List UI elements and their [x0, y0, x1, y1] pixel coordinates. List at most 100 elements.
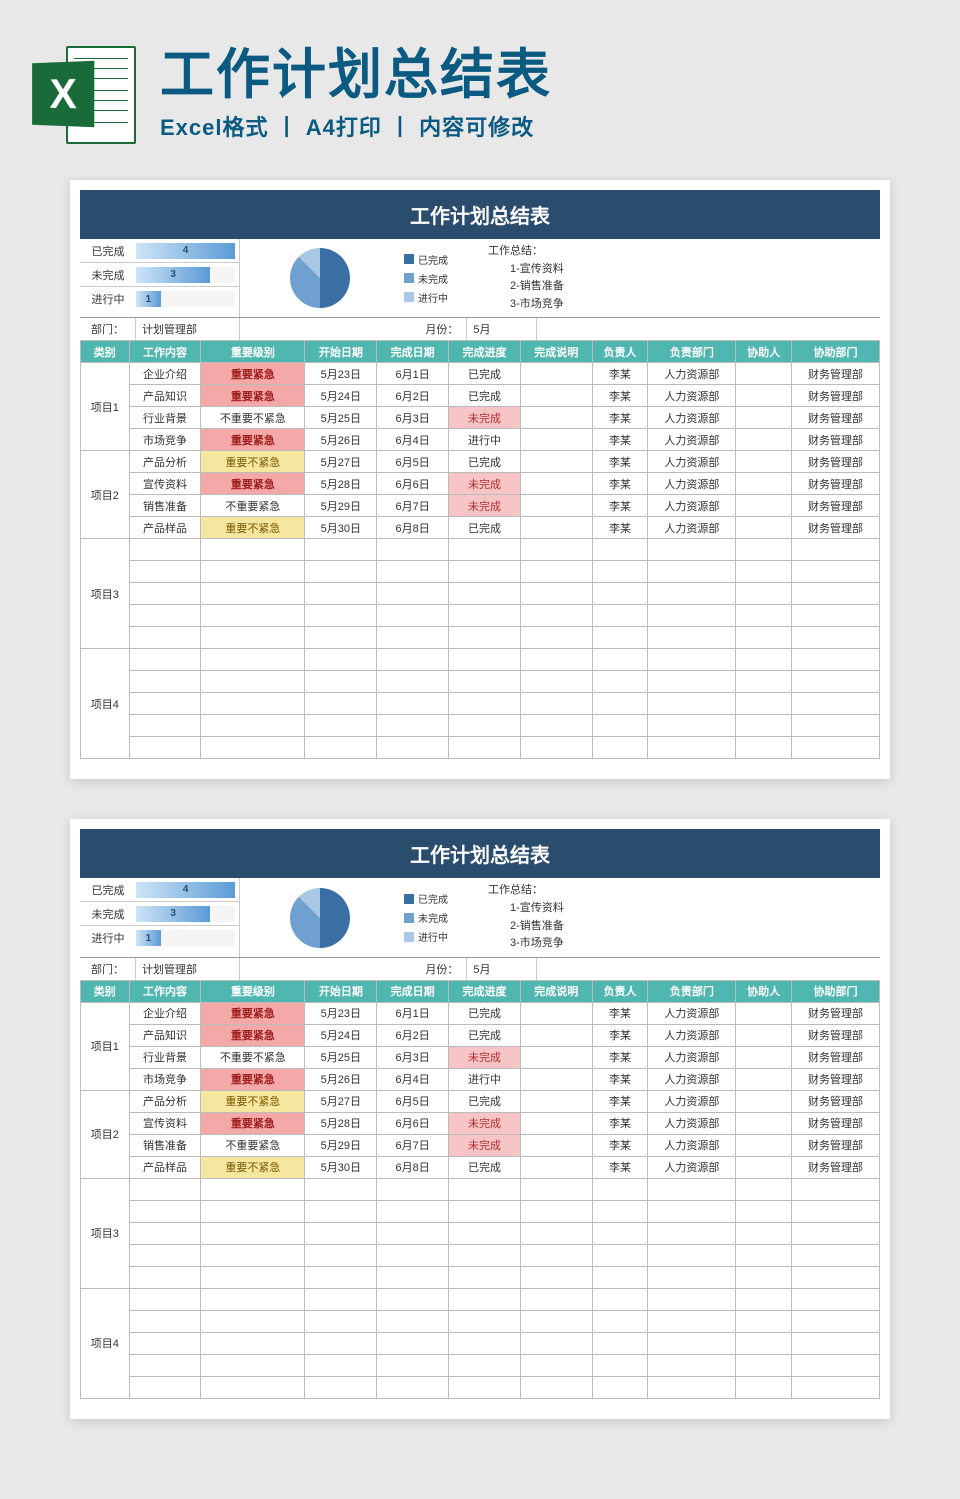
- legend-item: 进行中: [404, 929, 480, 944]
- cell-content: [129, 737, 201, 759]
- cell-owner: [592, 561, 648, 583]
- cell-start: 5月25日: [305, 407, 377, 429]
- cell-dept: 人力资源部: [648, 495, 736, 517]
- cell-importance: [201, 1376, 305, 1398]
- cell-end: [377, 715, 449, 737]
- cell-note: [520, 737, 592, 759]
- category-cell: 项目4: [81, 649, 130, 759]
- cell-content: 产品样品: [129, 517, 201, 539]
- cell-end: [377, 1222, 449, 1244]
- status-bar-row: 进行中1: [80, 287, 239, 311]
- cell-helpdept: [791, 539, 879, 561]
- cell-importance: 重要不紧急: [201, 451, 305, 473]
- cell-helpdept: [791, 1354, 879, 1376]
- cell-owner: [592, 1288, 648, 1310]
- status-bar: 1: [136, 930, 235, 946]
- cell-helper: [736, 1178, 792, 1200]
- cell-start: 5月30日: [305, 517, 377, 539]
- cell-dept: 人力资源部: [648, 363, 736, 385]
- cell-content: [129, 715, 201, 737]
- cell-start: 5月30日: [305, 1156, 377, 1178]
- table-row: 产品样品重要不紧急5月30日6月8日已完成李某人力资源部财务管理部: [81, 517, 880, 539]
- month-value: 5月: [467, 958, 537, 980]
- cell-start: [305, 1354, 377, 1376]
- table-row: [81, 583, 880, 605]
- legend-label: 进行中: [418, 929, 448, 944]
- cell-progress: [449, 693, 521, 715]
- cell-owner: [592, 649, 648, 671]
- cell-dept: [648, 737, 736, 759]
- cell-end: [377, 583, 449, 605]
- cell-helper: [736, 1200, 792, 1222]
- table-row: 产品样品重要不紧急5月30日6月8日已完成李某人力资源部财务管理部: [81, 1156, 880, 1178]
- cell-helper: [736, 1046, 792, 1068]
- cell-helper: [736, 583, 792, 605]
- status-bar-row: 未完成3: [80, 902, 239, 926]
- cell-start: [305, 627, 377, 649]
- cell-importance: [201, 1222, 305, 1244]
- cell-end: [377, 1354, 449, 1376]
- cell-dept: [648, 539, 736, 561]
- cell-importance: [201, 1354, 305, 1376]
- cell-owner: 李某: [592, 1002, 648, 1024]
- cell-helpdept: 财务管理部: [791, 451, 879, 473]
- cell-owner: [592, 1310, 648, 1332]
- cell-owner: [592, 671, 648, 693]
- cell-helpdept: [791, 693, 879, 715]
- cell-helper: [736, 1156, 792, 1178]
- cell-helpdept: [791, 671, 879, 693]
- cell-owner: 李某: [592, 495, 648, 517]
- cell-importance: [201, 1310, 305, 1332]
- summary-item: 1-宣传资料: [488, 261, 872, 279]
- column-header: 协助部门: [791, 341, 879, 363]
- cell-note: [520, 473, 592, 495]
- cell-dept: 人力资源部: [648, 407, 736, 429]
- cell-progress: [449, 561, 521, 583]
- category-cell: 项目4: [81, 1288, 130, 1398]
- legend-item: 未完成: [404, 910, 480, 925]
- table-row: [81, 737, 880, 759]
- sheet-title: 工作计划总结表: [80, 190, 880, 239]
- cell-progress: 未完成: [449, 1134, 521, 1156]
- table-row: [81, 715, 880, 737]
- cell-helpdept: 财务管理部: [791, 1068, 879, 1090]
- table-row: [81, 1310, 880, 1332]
- cell-helper: [736, 385, 792, 407]
- cell-owner: 李某: [592, 1112, 648, 1134]
- cell-note: [520, 1376, 592, 1398]
- cell-content: 市场竞争: [129, 429, 201, 451]
- cell-dept: 人力资源部: [648, 1046, 736, 1068]
- legend-swatch: [404, 932, 414, 942]
- cell-note: [520, 1112, 592, 1134]
- cell-start: [305, 539, 377, 561]
- cell-helper: [736, 1112, 792, 1134]
- cell-end: [377, 561, 449, 583]
- cell-note: [520, 407, 592, 429]
- cell-end: 6月4日: [377, 1068, 449, 1090]
- cell-end: [377, 693, 449, 715]
- cell-dept: 人力资源部: [648, 385, 736, 407]
- status-bar: 3: [136, 267, 235, 283]
- table-row: [81, 1222, 880, 1244]
- cell-progress: 已完成: [449, 451, 521, 473]
- status-bar-value: 3: [136, 267, 210, 283]
- cell-note: [520, 583, 592, 605]
- cell-helper: [736, 693, 792, 715]
- column-header: 开始日期: [305, 980, 377, 1002]
- cell-progress: 已完成: [449, 1002, 521, 1024]
- cell-content: 产品样品: [129, 1156, 201, 1178]
- cell-dept: [648, 1310, 736, 1332]
- cell-helpdept: [791, 737, 879, 759]
- cell-helper: [736, 1288, 792, 1310]
- cell-importance: 重要紧急: [201, 429, 305, 451]
- cell-end: 6月1日: [377, 363, 449, 385]
- page-subtitle: Excel格式 丨 A4打印 丨 内容可修改: [160, 110, 930, 142]
- table-row: 市场竞争重要紧急5月26日6月4日进行中李某人力资源部财务管理部: [81, 1068, 880, 1090]
- cell-start: [305, 693, 377, 715]
- cell-owner: 李某: [592, 473, 648, 495]
- cell-content: [129, 1266, 201, 1288]
- work-summary: 工作总结： 1-宣传资料 2-销售准备 3-市场竞争: [480, 239, 880, 317]
- status-bar-value: 3: [136, 906, 210, 922]
- status-bar-row: 未完成3: [80, 263, 239, 287]
- cell-content: 产品分析: [129, 451, 201, 473]
